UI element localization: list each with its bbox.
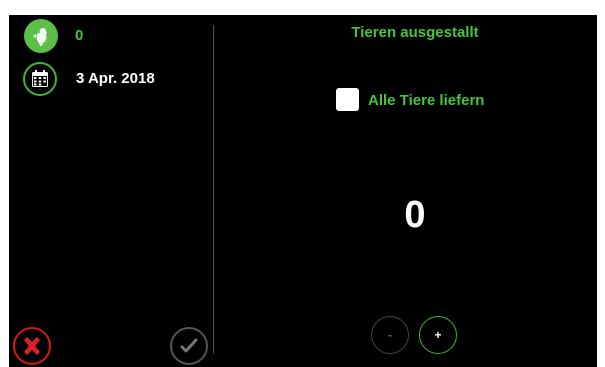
plus-label: + <box>434 328 442 342</box>
checkmark-icon <box>180 338 198 353</box>
calendar-icon[interactable] <box>23 62 57 96</box>
column-divider <box>213 25 214 353</box>
cancel-button[interactable] <box>13 327 51 365</box>
minus-label: - <box>388 328 392 342</box>
screen: 0 3 Apr. 2018 Tieren ausgestallt Alle Ti… <box>0 0 605 367</box>
amount-value: 0 <box>404 194 426 236</box>
main-panel <box>9 15 597 367</box>
page-title: Tieren ausgestallt <box>351 24 479 41</box>
all-animals-checkbox[interactable] <box>336 88 359 111</box>
delivery-date[interactable]: 3 Apr. 2018 <box>76 70 155 88</box>
confirm-button[interactable] <box>170 327 208 365</box>
animal-count: 0 <box>75 27 84 44</box>
increment-button[interactable]: + <box>419 316 457 354</box>
bird-icon <box>24 19 58 53</box>
all-animals-label[interactable]: Alle Tiere liefern <box>368 92 484 110</box>
close-icon <box>24 337 40 355</box>
decrement-button[interactable]: - <box>371 316 409 354</box>
